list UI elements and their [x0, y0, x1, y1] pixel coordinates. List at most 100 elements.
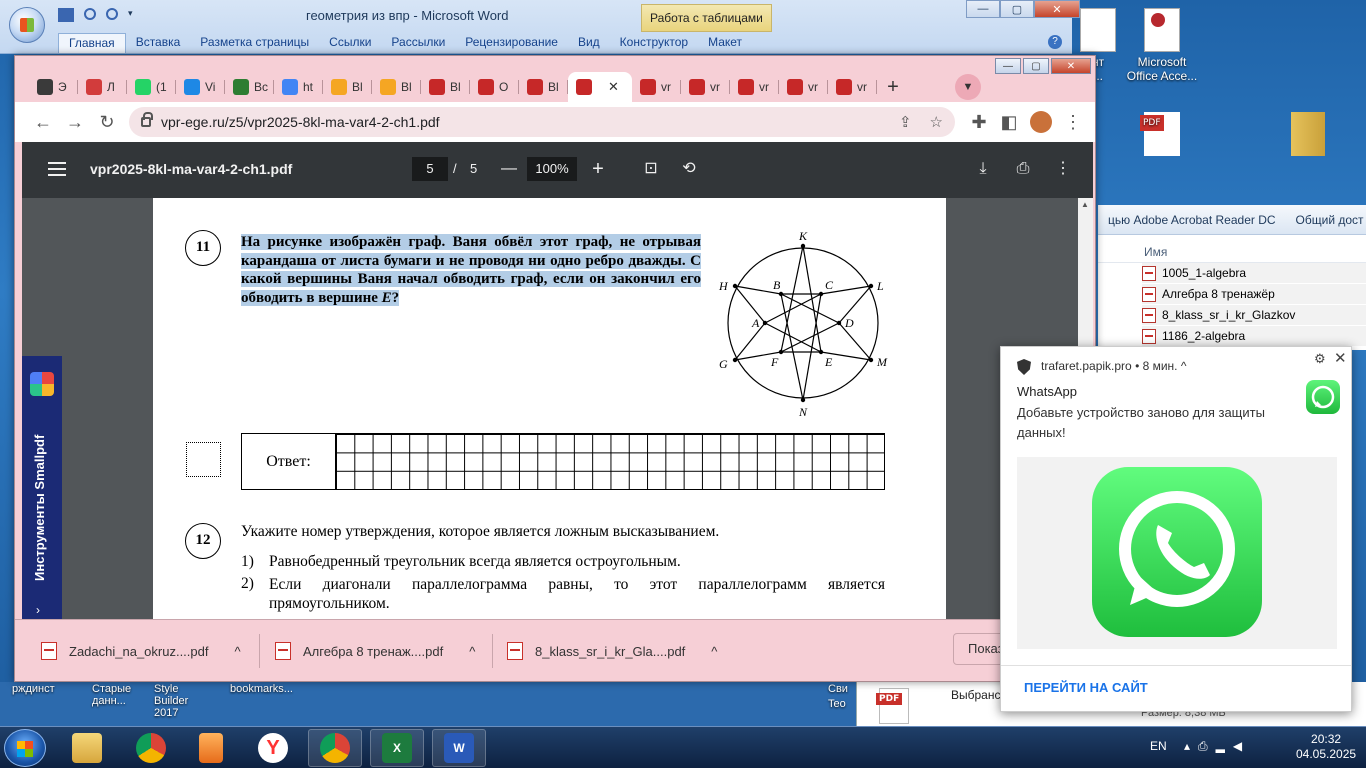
browser-tab[interactable]: O — [470, 72, 519, 102]
gear-icon[interactable]: ⚙ — [1314, 351, 1326, 367]
undo-icon[interactable] — [84, 8, 96, 20]
start-button[interactable] — [4, 729, 46, 767]
hamburger-menu-icon[interactable] — [48, 162, 66, 176]
reload-button[interactable]: ↻ — [93, 108, 121, 136]
print-button[interactable]: ⎙ — [1010, 156, 1036, 182]
browser-tab[interactable]: Л — [78, 72, 127, 102]
maximize-button[interactable]: ▢ — [1023, 58, 1049, 74]
ribbon-tab-insert[interactable]: Вставка — [126, 33, 191, 53]
redo-icon[interactable] — [106, 8, 118, 20]
browser-tab[interactable]: Bl — [421, 72, 470, 102]
ribbon-tab-home[interactable]: Главная — [58, 33, 126, 53]
ribbon-tab-view[interactable]: Вид — [568, 33, 610, 53]
browser-tab[interactable]: Bl — [323, 72, 372, 102]
network-icon[interactable]: ▂ — [1216, 739, 1233, 753]
browser-tab[interactable]: vr — [779, 72, 828, 102]
extensions-button[interactable]: ✚ — [965, 108, 993, 136]
file-row[interactable]: Алгебра 8 тренажёр — [1142, 284, 1366, 305]
tab-search-button[interactable]: ▼ — [955, 74, 981, 100]
share-button[interactable]: Общий дост — [1286, 213, 1366, 227]
browser-tab[interactable]: vr — [681, 72, 730, 102]
new-tab-button[interactable]: + — [879, 73, 907, 101]
column-header-name[interactable]: Имя — [1098, 235, 1366, 263]
chevron-up-icon[interactable]: ^ — [469, 644, 475, 659]
download-item[interactable]: Алгебра 8 тренаж....pdf ^ — [275, 628, 475, 674]
chevron-up-icon[interactable]: ^ — [711, 644, 717, 659]
chevron-up-icon[interactable]: ^ — [234, 644, 240, 659]
browser-tab[interactable]: Bl — [372, 72, 421, 102]
zoom-in-button[interactable]: + — [587, 156, 609, 182]
browser-tab[interactable]: Bc — [225, 72, 274, 102]
close-button[interactable]: ✕ — [1051, 58, 1091, 74]
clock[interactable]: 20:32 04.05.2025 — [1296, 732, 1356, 762]
taskbar-yandex[interactable]: Y — [246, 729, 300, 767]
browser-tab[interactable]: Vi — [176, 72, 225, 102]
download-button[interactable]: ⤓ — [970, 156, 996, 182]
go-to-site-button[interactable]: ПЕРЕЙТИ НА САЙТ — [1024, 680, 1148, 695]
ribbon-tab-mailings[interactable]: Рассылки — [381, 33, 455, 53]
customize-qat-icon[interactable]: ▾ — [128, 8, 144, 22]
file-row[interactable]: 8_klass_sr_i_kr_Glazkov — [1142, 305, 1366, 326]
rotate-button[interactable]: ⟲ — [676, 156, 702, 182]
pdf-more-button[interactable]: ⋮ — [1050, 156, 1076, 182]
close-icon[interactable]: ✕ — [1334, 349, 1347, 367]
office-button-icon[interactable] — [9, 7, 45, 43]
minimize-button[interactable]: — — [995, 58, 1021, 74]
taskbar-chrome-open[interactable] — [308, 729, 362, 767]
volume-icon[interactable]: ◀ — [1233, 739, 1250, 753]
pdf-viewport[interactable]: 11 На рисунке изображён граф. Ваня обвёл… — [22, 198, 1093, 619]
browser-tab[interactable]: vr — [828, 72, 877, 102]
ribbon-tab-design[interactable]: Конструктор — [610, 33, 698, 53]
minimize-button[interactable]: — — [966, 0, 1000, 18]
help-icon[interactable]: ? — [1048, 35, 1062, 49]
ribbon-tab-review[interactable]: Рецензирование — [455, 33, 568, 53]
taskbar-explorer[interactable] — [60, 729, 114, 767]
save-icon[interactable] — [58, 8, 74, 22]
ribbon-tab-layout[interactable]: Разметка страницы — [190, 33, 319, 53]
browser-tab[interactable]: vr — [632, 72, 681, 102]
desktop-icon-access[interactable]: Microsoft Office Acce... — [1124, 8, 1200, 83]
profile-avatar[interactable] — [1027, 108, 1055, 136]
file-row[interactable]: 1186_2-algebra — [1142, 326, 1366, 347]
taskbar-chrome[interactable] — [124, 729, 178, 767]
side-panel-button[interactable]: ◧ — [995, 108, 1023, 136]
zoom-out-button[interactable]: — — [498, 156, 520, 182]
close-button[interactable]: ✕ — [1034, 0, 1080, 18]
share-icon[interactable]: ⇪ — [899, 113, 912, 131]
language-indicator[interactable]: EN — [1150, 739, 1167, 753]
taskbar-excel[interactable]: X — [370, 729, 424, 767]
smallpdf-sidebar[interactable]: Инструменты Smallpdf › — [22, 356, 62, 619]
browser-tab[interactable]: Bl — [519, 72, 568, 102]
file-row[interactable]: 1005_1-algebra — [1142, 263, 1366, 284]
tab-active[interactable]: ✕ — [568, 72, 632, 102]
fit-page-button[interactable]: ⊡ — [638, 156, 664, 182]
desktop-icon-label[interactable]: Старые данн... — [92, 683, 142, 707]
desktop-icon-archive[interactable] — [1270, 112, 1346, 159]
bookmark-star-icon[interactable]: ☆ — [930, 113, 943, 131]
tray-chevron-icon[interactable]: ▴ — [1184, 739, 1198, 753]
desktop-icon-label[interactable]: Style Builder 2017 — [154, 683, 214, 719]
browser-tab[interactable]: (1 — [127, 72, 176, 102]
browser-tab[interactable]: ht — [274, 72, 323, 102]
ribbon-tab-references[interactable]: Ссылки — [319, 33, 381, 53]
browser-tab[interactable]: Э — [29, 72, 78, 102]
address-bar[interactable]: vpr-ege.ru/z5/vpr2025-8kl-ma-var4-2-ch1.… — [129, 107, 955, 137]
desktop-icon-label[interactable]: Teo — [828, 698, 846, 710]
desktop-icon-pdf[interactable]: PDF — [1124, 112, 1200, 159]
system-tray[interactable]: ▴⎙▂◀ — [1184, 739, 1250, 754]
printer-icon[interactable]: ⎙ — [1198, 739, 1216, 753]
desktop-icon-label[interactable]: bookmarks... — [230, 683, 293, 695]
download-item[interactable]: Zadachi_na_okruz....pdf ^ — [41, 628, 241, 674]
zoom-level[interactable]: 100% — [527, 157, 577, 181]
desktop-icon-label[interactable]: рждинст — [12, 683, 55, 695]
ribbon-tab-table-layout[interactable]: Макет — [698, 33, 752, 53]
whatsapp-notification[interactable]: trafaret.papik.pro • 8 мин. ^ ⚙ ✕ WhatsA… — [1000, 346, 1352, 712]
close-tab-icon[interactable]: ✕ — [608, 79, 619, 95]
open-with-button[interactable]: цью Adobe Acrobat Reader DC — [1098, 213, 1286, 227]
chrome-menu-button[interactable]: ⋮ — [1059, 108, 1087, 136]
taskbar-word[interactable]: W — [432, 729, 486, 767]
back-button[interactable]: ← — [29, 108, 57, 136]
forward-button[interactable]: → — [61, 108, 89, 136]
desktop-icon-label[interactable]: Сви — [828, 683, 848, 695]
download-item[interactable]: 8_klass_sr_i_kr_Gla....pdf ^ — [507, 628, 717, 674]
